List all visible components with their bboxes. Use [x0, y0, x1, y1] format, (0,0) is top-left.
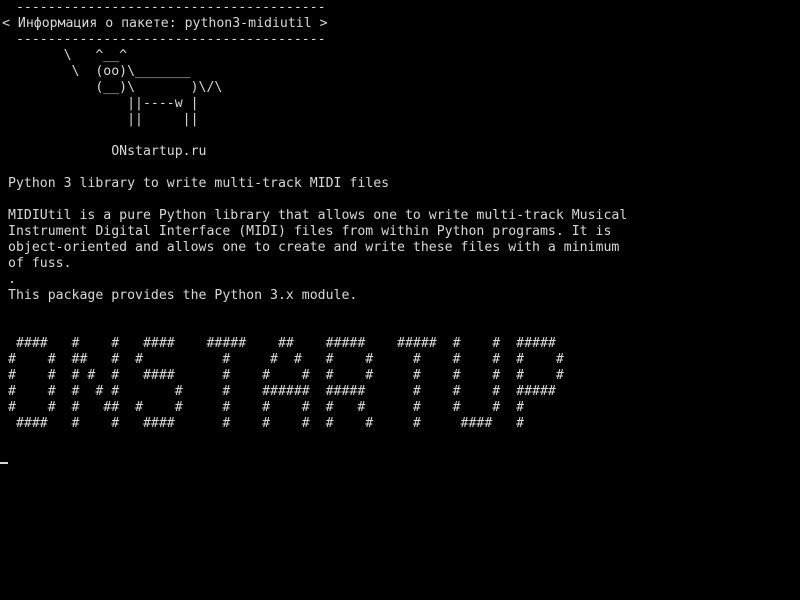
package-description-line: This package provides the Python 3.x mod… [8, 288, 358, 303]
terminal-screen[interactable]: --------------------------------------- … [0, 0, 800, 600]
cow-art-line: \ (oo)\_______ [8, 64, 191, 79]
banner-art-line: # # # # # # # ###### ##### # # # ##### [8, 384, 556, 399]
package-description-line: MIDIUtil is a pure Python library that a… [8, 208, 628, 223]
package-summary: Python 3 library to write multi-track MI… [8, 176, 390, 191]
package-header-bottom-border: --------------------------------------- [8, 32, 326, 47]
banner-art-line: #### # # #### ##### ## ##### ##### # # #… [8, 336, 556, 351]
cow-art-line: ||----w | [8, 96, 199, 111]
package-description-line: . [8, 272, 16, 287]
banner-art-line: #### # # #### # # # # # # #### # [8, 416, 525, 431]
text-cursor [0, 462, 8, 464]
package-description-line: object-oriented and allows one to create… [8, 240, 620, 255]
banner-art-line: # # ## # # # # # # # # # # # # [8, 352, 564, 367]
cow-art-line: \ ^__^ [8, 48, 128, 63]
cow-art-line: || || [8, 112, 199, 127]
cow-art-line: (__)\ )\/\ [8, 80, 223, 95]
banner-art-line: # # # # # #### # # # # # # # # # # [8, 368, 564, 383]
banner-art-line: # # # ## # # # # # # # # # # # [8, 400, 525, 415]
package-description-line: of fuss. [8, 256, 72, 271]
site-signature: ONstartup.ru [8, 144, 207, 159]
package-header-top-border: --------------------------------------- [8, 0, 326, 15]
package-header-title: < Информация о пакете: python3-midiutil … [2, 16, 328, 31]
package-description-line: Instrument Digital Interface (MIDI) file… [8, 224, 612, 239]
